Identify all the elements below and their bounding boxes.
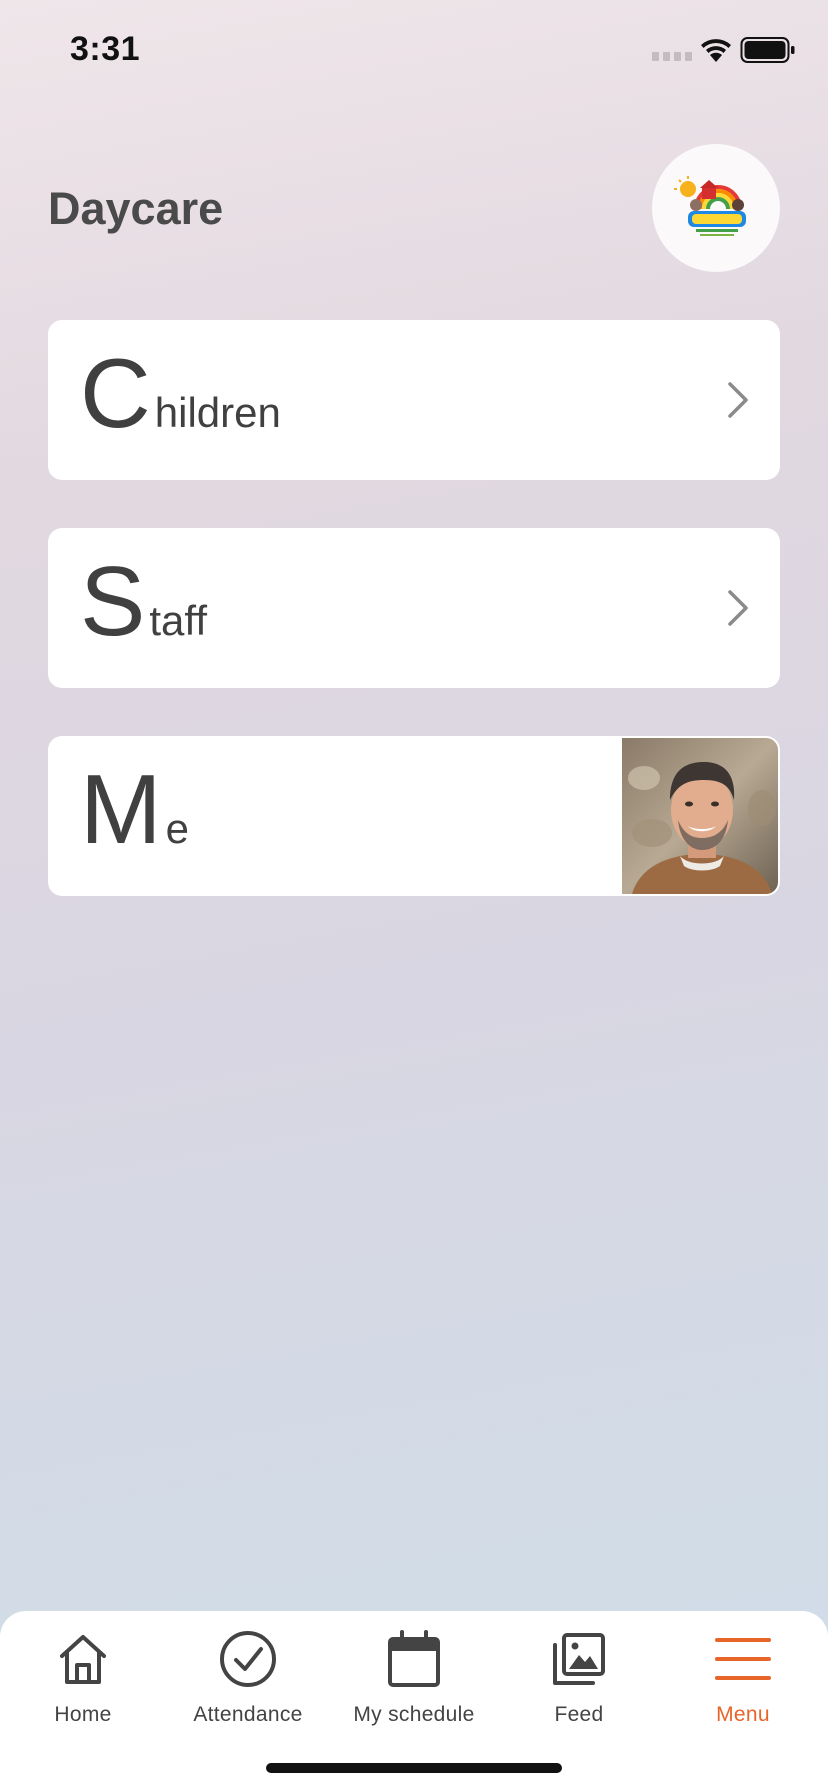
checkmark-circle-icon: [220, 1631, 276, 1687]
tab-menu[interactable]: Menu: [660, 1627, 826, 1737]
children-label-initial: C: [80, 338, 151, 448]
children-label: C hildren: [80, 344, 281, 442]
me-label-initial: M: [80, 754, 162, 864]
status-bar: 3:31: [0, 0, 828, 100]
tab-my-schedule[interactable]: My schedule: [331, 1627, 497, 1737]
profile-photo: [622, 738, 778, 894]
tab-attendance-label: Attendance: [193, 1703, 303, 1726]
children-card[interactable]: C hildren: [48, 320, 780, 480]
wifi-icon: [701, 39, 731, 62]
tab-my-schedule-label: My schedule: [353, 1703, 475, 1726]
staff-card[interactable]: S taff: [48, 528, 780, 688]
tab-feed-label: Feed: [554, 1703, 604, 1726]
staff-label-rest: taff: [149, 597, 207, 644]
me-card[interactable]: M e: [48, 736, 780, 896]
home-icon: [60, 1635, 106, 1684]
tab-home[interactable]: Home: [0, 1627, 166, 1737]
chevron-right-icon: [728, 382, 748, 418]
staff-label: S taff: [80, 552, 207, 650]
hamburger-menu-icon: [715, 1638, 771, 1680]
gallery-icon: [553, 1633, 605, 1685]
home-indicator[interactable]: [266, 1763, 562, 1773]
chevron-right-icon: [728, 590, 748, 626]
tab-feed[interactable]: Feed: [496, 1627, 662, 1737]
me-label-rest: e: [165, 805, 189, 852]
staff-label-initial: S: [80, 546, 146, 656]
calendar-icon: [388, 1630, 440, 1687]
daycare-logo-button[interactable]: [652, 144, 780, 272]
battery-icon: [740, 37, 795, 63]
daycare-logo-icon: [674, 176, 746, 236]
tab-attendance[interactable]: Attendance: [165, 1627, 331, 1737]
me-label: M e: [80, 760, 189, 858]
tab-menu-label: Menu: [716, 1703, 770, 1726]
page-title: Daycare: [48, 183, 224, 234]
tab-home-label: Home: [54, 1703, 112, 1726]
cellular-signal-icon: [652, 52, 692, 61]
status-time: 3:31: [70, 30, 141, 68]
children-label-rest: hildren: [154, 389, 281, 436]
